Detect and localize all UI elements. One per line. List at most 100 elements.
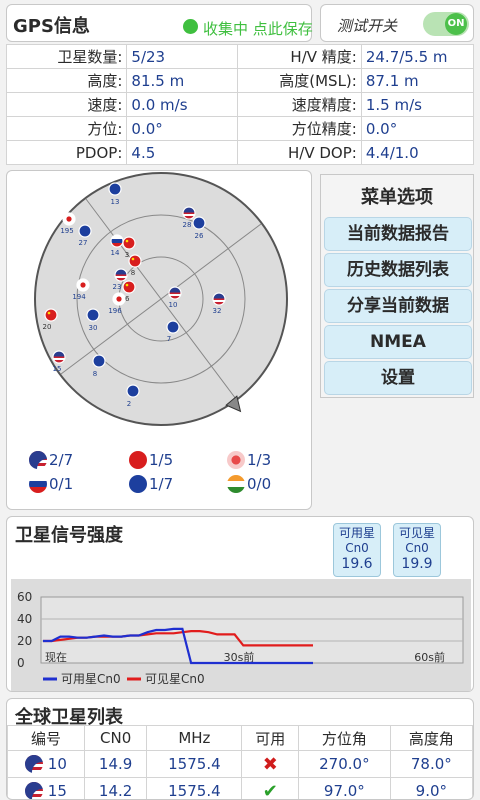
eu-flag-icon xyxy=(166,320,180,334)
test-switch-label: 测试开关 xyxy=(337,17,398,35)
status-dot-icon[interactable] xyxy=(183,19,198,34)
usable-cn0-sub: Cn0 xyxy=(345,541,369,555)
jp-dot xyxy=(66,216,72,222)
info-row: 速度: 0.0 m/s 速度精度: 1.5 m/s xyxy=(5,92,475,117)
sat-el: 9.0° xyxy=(389,777,473,799)
table-header: 可用 xyxy=(241,725,300,751)
eu-flag-icon xyxy=(129,475,147,493)
share-data-button[interactable]: 分享当前数据 xyxy=(324,289,472,323)
sat-id-cell: 10 xyxy=(7,750,85,778)
current-report-button[interactable]: 当前数据报告 xyxy=(324,217,472,251)
satellite-id-label: 28 xyxy=(183,221,192,229)
satellite-id-label: 20 xyxy=(43,323,52,331)
menu-panel: 菜单选项 当前数据报告 历史数据列表 分享当前数据 NMEA 设置 xyxy=(320,174,474,398)
cn-flag-icon xyxy=(129,451,147,469)
eu-flag-icon xyxy=(108,182,122,196)
info-row: 方位: 0.0° 方位精度: 0.0° xyxy=(5,116,475,141)
satellite-id-label: 14 xyxy=(111,249,120,257)
ru-flag-icon xyxy=(29,475,47,493)
eu-flag-icon xyxy=(92,354,106,368)
signal-title: 卫星信号强度 xyxy=(15,525,123,546)
legend-item-in: 0/0 xyxy=(227,475,271,493)
cn-star xyxy=(125,239,129,243)
history-list-button[interactable]: 历史数据列表 xyxy=(324,253,472,287)
sat-id: 15 xyxy=(47,782,67,800)
usable-cn0-value: 19.6 xyxy=(341,556,373,572)
info-value: 87.1 m xyxy=(360,68,475,93)
sat-cn0: 14.2 xyxy=(83,777,148,799)
menu-title: 菜单选项 xyxy=(361,187,433,208)
satellite-id-label: 30 xyxy=(89,324,98,332)
info-value: 24.7/5.5 m xyxy=(360,44,475,69)
info-label: 方位: xyxy=(5,116,128,141)
unused-cross-icon: ✖ xyxy=(241,750,300,778)
y-tick-label: 40 xyxy=(17,612,32,626)
info-label: 卫星数量: xyxy=(5,44,128,69)
legend-item-ru: 0/1 xyxy=(29,475,73,493)
sat-el: 78.0° xyxy=(389,750,473,778)
legend-label: 可用星Cn0 xyxy=(61,672,121,686)
eu-flag-icon xyxy=(126,384,140,398)
info-value: 4.4/1.0 xyxy=(360,140,475,165)
x-tick-label: 现在 xyxy=(45,651,67,664)
sat-id: 10 xyxy=(47,755,67,773)
ru-flag-icon xyxy=(110,234,124,248)
us-flag-icon xyxy=(212,292,226,306)
legend-item-us: 2/7 xyxy=(29,451,73,469)
jp-dot xyxy=(116,296,122,302)
settings-button[interactable]: 设置 xyxy=(324,361,472,395)
gps-info-table: 卫星数量: 5/23 H/V 精度: 24.7/5.5 m 高度: 81.5 m 高度(MS… xyxy=(5,44,475,165)
cn-flag-icon xyxy=(44,308,58,322)
nmea-button[interactable]: NMEA xyxy=(324,325,472,359)
sat-id-cell: 15 xyxy=(7,777,85,800)
info-label: 高度(MSL): xyxy=(236,68,362,93)
us-flag-icon xyxy=(25,782,44,799)
info-value: 4.5 xyxy=(126,140,238,165)
sat-az: 97.0° xyxy=(298,777,391,799)
jp-flag-icon xyxy=(227,451,245,469)
satellite-id-label: 13 xyxy=(111,198,120,206)
table-header: 方位角 xyxy=(298,725,391,751)
satellite-id-label: 15 xyxy=(53,365,62,373)
info-label: 速度: xyxy=(5,92,128,117)
table-header: 高度角 xyxy=(389,725,473,751)
x-tick-label: 60s前 xyxy=(414,650,445,664)
satellite-id-label: 32 xyxy=(213,307,222,315)
save-status-link[interactable]: 收集中 点此保存 xyxy=(203,18,313,39)
test-toggle[interactable]: ON xyxy=(423,12,469,36)
usable-cn0-box: 可用星 Cn0 19.6 xyxy=(333,523,381,577)
info-row: 卫星数量: 5/23 H/V 精度: 24.7/5.5 m xyxy=(5,44,475,69)
info-label: H/V 精度: xyxy=(236,44,362,69)
legend-count: 0/0 xyxy=(247,475,272,493)
info-value: 1.5 m/s xyxy=(360,92,475,117)
legend-count: 1/5 xyxy=(149,451,174,469)
info-label: 高度: xyxy=(5,68,128,93)
visible-cn0-sub: Cn0 xyxy=(405,541,429,555)
cn-star xyxy=(131,257,135,261)
us-flag-icon xyxy=(25,755,44,773)
us-flag-icon xyxy=(52,350,66,364)
legend-item-eu: 1/7 xyxy=(129,475,173,493)
satellite-id-label: 2 xyxy=(127,400,131,408)
used-check-icon: ✔ xyxy=(241,777,300,799)
signal-strength-panel: 卫星信号强度 可用星 Cn0 19.6 可见星 Cn0 19.9 0 20 40 60… xyxy=(6,516,474,692)
test-switch-panel: 测试开关 ON xyxy=(320,4,474,42)
visible-cn0-value: 19.9 xyxy=(401,556,433,572)
toggle-knob: ON xyxy=(445,13,467,35)
jp-dot xyxy=(80,282,86,288)
table-row[interactable]: 15 14.2 1575.4 ✔ 97.0° 9.0° xyxy=(7,777,473,800)
satellite-id-label: 194 xyxy=(72,293,86,301)
eu-flag-icon xyxy=(86,308,100,322)
info-label: 方位精度: xyxy=(236,116,362,141)
satellite-id-label: 26 xyxy=(195,232,204,240)
visible-cn0-label: 可见星 xyxy=(398,526,435,540)
info-value: 0.0° xyxy=(360,116,475,141)
gps-info-header: GPS信息 收集中 点此保存 xyxy=(6,4,313,42)
legend-count: 0/1 xyxy=(49,475,74,493)
satellite-id-label: 23 xyxy=(113,283,122,291)
in-flag-icon xyxy=(227,475,245,493)
sky-plot-panel: 13195271432826823194361961032203071582 2… xyxy=(6,170,312,510)
table-row[interactable]: 10 14.9 1575.4 ✖ 270.0° 78.0° xyxy=(7,750,473,778)
cn-flag-icon xyxy=(122,236,136,250)
legend-count: 1/3 xyxy=(247,451,272,469)
